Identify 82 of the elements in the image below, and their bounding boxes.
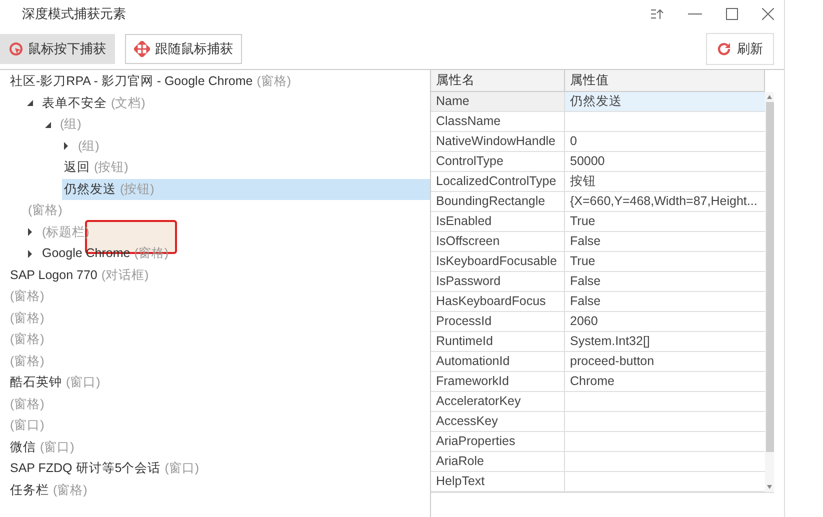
- property-row[interactable]: AutomationId proceed-button: [431, 352, 765, 372]
- table-cell: ClassName: [431, 112, 565, 131]
- tree-item[interactable]: 酷石英钟 (窗口): [8, 372, 102, 394]
- column-header: 属性名: [431, 70, 565, 91]
- table-cell-text: Chrome: [569, 373, 616, 390]
- cursor-target-icon: [9, 42, 23, 56]
- table-cell: IsEnabled: [431, 212, 565, 231]
- table-cell-text: False: [569, 273, 602, 290]
- property-row[interactable]: LocalizedControlType 按钮: [431, 172, 765, 192]
- property-row[interactable]: BoundingRectangle {X=660,Y=468,Width=87,Height...: [431, 192, 765, 212]
- capture-mode-button[interactable]: 鼠标按下捕获: [0, 34, 115, 64]
- property-row[interactable]: HasKeyboardFocus False: [431, 292, 765, 312]
- table-cell-text: proceed-button: [569, 353, 656, 370]
- table-cell: ProcessId: [431, 312, 565, 331]
- property-row[interactable]: IsKeyboardFocusable True: [431, 252, 765, 272]
- collapsed-arrow-icon[interactable]: [62, 142, 70, 150]
- tree-item[interactable]: 任务栏 (窗格): [8, 480, 90, 501]
- tree-item[interactable]: 微信 (窗口): [8, 436, 76, 458]
- table-cell-text: True: [569, 253, 596, 270]
- refresh-button[interactable]: 刷新: [706, 32, 774, 64]
- capture-mode-button[interactable]: 跟随鼠标捕获: [125, 34, 242, 64]
- property-row[interactable]: HelpText: [431, 472, 765, 492]
- window-title: 深度模式捕获元素: [22, 5, 126, 24]
- table-cell: NativeWindowHandle: [431, 132, 565, 151]
- table-cell: BoundingRectangle: [431, 192, 565, 211]
- tree-item[interactable]: 返回 (按钮): [62, 157, 130, 178]
- tree-item[interactable]: 表单不安全 (文档): [40, 92, 148, 114]
- column-header: 属性值: [565, 70, 765, 91]
- property-row[interactable]: NativeWindowHandle 0: [431, 132, 765, 152]
- property-row[interactable]: IsPassword False: [431, 272, 765, 292]
- minimize-icon[interactable]: [688, 13, 702, 15]
- table-cell-text: 2060: [569, 313, 599, 330]
- table-cell: IsOffscreen: [431, 232, 565, 251]
- tree-item[interactable]: 仍然发送 (按钮): [62, 178, 430, 200]
- table-cell: AutomationId: [431, 352, 565, 371]
- table-cell: IsKeyboardFocusable: [431, 252, 565, 271]
- tree-item[interactable]: SAP FZDQ 研讨等5个会话 (窗口): [8, 458, 202, 480]
- table-cell-text: False: [569, 293, 602, 310]
- property-row[interactable]: FrameworkId Chrome: [431, 372, 765, 392]
- table-cell-text: {X=660,Y=468,Width=87,Height...: [569, 193, 758, 210]
- scroll-up-arrow-icon[interactable]: [767, 95, 772, 99]
- property-row[interactable]: ProcessId 2060: [431, 312, 765, 332]
- table-cell: LocalizedControlType: [431, 172, 565, 191]
- property-row[interactable]: AriaProperties: [431, 432, 765, 452]
- property-row[interactable]: AcceleratorKey: [431, 392, 765, 412]
- table-cell: AcceleratorKey: [431, 392, 565, 411]
- table-cell-text: 50000: [569, 153, 606, 170]
- expanded-arrow-icon[interactable]: [44, 120, 52, 129]
- close-icon[interactable]: [762, 8, 774, 20]
- table-cell: HelpText: [431, 472, 565, 491]
- table-cell-text: False: [569, 233, 602, 250]
- collapsed-arrow-icon[interactable]: [26, 250, 34, 258]
- property-row[interactable]: Name 仍然发送: [431, 92, 765, 112]
- table-cell: AriaProperties: [431, 432, 565, 451]
- property-row[interactable]: IsOffscreen False: [431, 232, 765, 252]
- table-cell-text: System.Int32[]: [569, 333, 651, 350]
- table-cell: HasKeyboardFocus: [431, 292, 565, 311]
- table-cell-text: 按钮: [569, 173, 597, 190]
- table-cell-text: 0: [569, 133, 578, 150]
- scroll-down-arrow-icon[interactable]: [767, 485, 772, 489]
- property-row[interactable]: RuntimeId System.Int32[]: [431, 332, 765, 352]
- expanded-arrow-icon[interactable]: [26, 99, 34, 108]
- table-cell: AriaRole: [431, 452, 565, 471]
- maximize-icon[interactable]: [726, 8, 738, 20]
- table-cell: 仍然发送: [565, 92, 765, 111]
- table-cell: AccessKey: [431, 412, 565, 431]
- table-cell: RuntimeId: [431, 332, 565, 351]
- tree-item[interactable]: SAP Logon 770 (对话框): [8, 264, 151, 286]
- property-row[interactable]: AriaRole: [431, 452, 765, 472]
- property-row[interactable]: ControlType 50000: [431, 152, 765, 172]
- collapsed-arrow-icon[interactable]: [26, 228, 34, 236]
- table-cell: ControlType: [431, 152, 565, 171]
- property-row[interactable]: AccessKey: [431, 412, 765, 432]
- table-cell: FrameworkId: [431, 372, 565, 391]
- table-cell-text: True: [569, 213, 596, 230]
- property-row[interactable]: IsEnabled True: [431, 212, 765, 232]
- refresh-icon: [717, 42, 731, 56]
- scrollbar[interactable]: [765, 92, 774, 492]
- property-row[interactable]: ClassName: [431, 112, 765, 132]
- table-cell: IsPassword: [431, 272, 565, 291]
- pin-icon[interactable]: [650, 8, 664, 20]
- tree-item[interactable]: 社区-影刀RPA - 影刀官网 - Google Chrome (窗格): [8, 71, 294, 92]
